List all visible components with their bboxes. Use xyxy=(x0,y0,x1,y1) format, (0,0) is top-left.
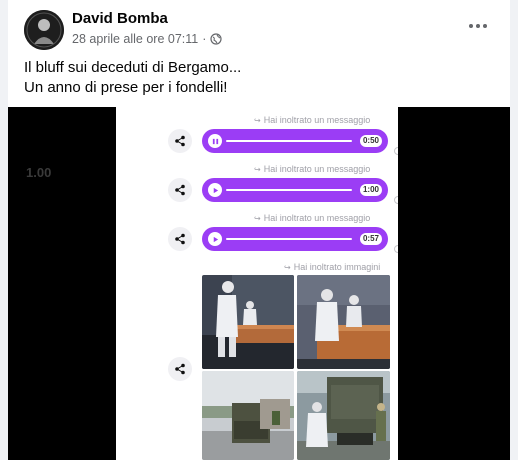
share-icon[interactable] xyxy=(168,178,192,202)
forward-label: ↪ Hai inoltrato un messaggio xyxy=(254,115,371,125)
globe-icon[interactable] xyxy=(210,33,223,45)
post-text-line-1: Il bluff sui deceduti di Bergamo... xyxy=(24,59,242,76)
chat-screenshot: ↪ Hai inoltrato un messaggio 0:50 ↪ Hai … xyxy=(116,107,398,460)
video-time: 1.00 xyxy=(26,165,52,180)
facebook-post: David Bomba 28 aprile alle ore 07:11 · I… xyxy=(8,0,510,460)
dot-icon xyxy=(483,24,487,28)
photo-coffin-truck[interactable] xyxy=(202,275,294,369)
dot-icon xyxy=(476,24,480,28)
voice-progress-track[interactable] xyxy=(226,189,352,191)
seen-icon xyxy=(394,196,398,204)
voice-progress-track[interactable] xyxy=(226,140,352,142)
post-timestamp[interactable]: 28 aprile alle ore 07:11 xyxy=(72,32,198,46)
post-video[interactable]: 1.00 ↪ Hai inoltrato un messaggio 0:50 ↪ xyxy=(8,107,510,460)
author-avatar[interactable] xyxy=(24,10,64,50)
forward-label: ↪ Hai inoltrato immagini xyxy=(284,262,381,272)
voice-message[interactable]: 0:50 xyxy=(202,129,388,153)
share-icon[interactable] xyxy=(168,227,192,251)
voice-duration: 1:00 xyxy=(359,184,382,196)
share-icon[interactable] xyxy=(168,357,192,381)
forward-icon: ↪ xyxy=(284,262,291,272)
meta-separator: · xyxy=(202,32,207,46)
post-text-line-2: Un anno di prese per i fondelli! xyxy=(24,79,228,96)
dot-icon xyxy=(469,24,473,28)
pause-icon[interactable] xyxy=(208,134,222,148)
voice-progress-track[interactable] xyxy=(226,238,352,240)
forward-label: ↪ Hai inoltrato un messaggio xyxy=(254,213,371,223)
forward-icon: ↪ xyxy=(254,213,261,223)
forwarded-images xyxy=(202,275,390,460)
forward-icon: ↪ xyxy=(254,164,261,174)
voice-duration: 0:50 xyxy=(359,135,382,147)
share-icon[interactable] xyxy=(168,129,192,153)
seen-icon xyxy=(394,245,398,253)
photo-coffin-loading[interactable] xyxy=(297,275,390,369)
voice-message[interactable]: 1:00 xyxy=(202,178,388,202)
play-icon[interactable] xyxy=(208,232,222,246)
more-options-button[interactable] xyxy=(464,16,492,36)
photo-truck-workers[interactable] xyxy=(297,371,390,460)
forward-label: ↪ Hai inoltrato un messaggio xyxy=(254,164,371,174)
author-name[interactable]: David Bomba xyxy=(72,10,168,27)
voice-duration: 0:57 xyxy=(359,233,382,245)
voice-message[interactable]: 0:57 xyxy=(202,227,388,251)
forward-icon: ↪ xyxy=(254,115,261,125)
photo-military-convoy[interactable] xyxy=(202,371,294,460)
play-icon[interactable] xyxy=(208,183,222,197)
post-text: Il bluff sui deceduti di Bergamo... Un a… xyxy=(24,58,241,98)
seen-icon xyxy=(394,147,398,155)
post-meta: 28 aprile alle ore 07:11 · xyxy=(72,32,223,46)
